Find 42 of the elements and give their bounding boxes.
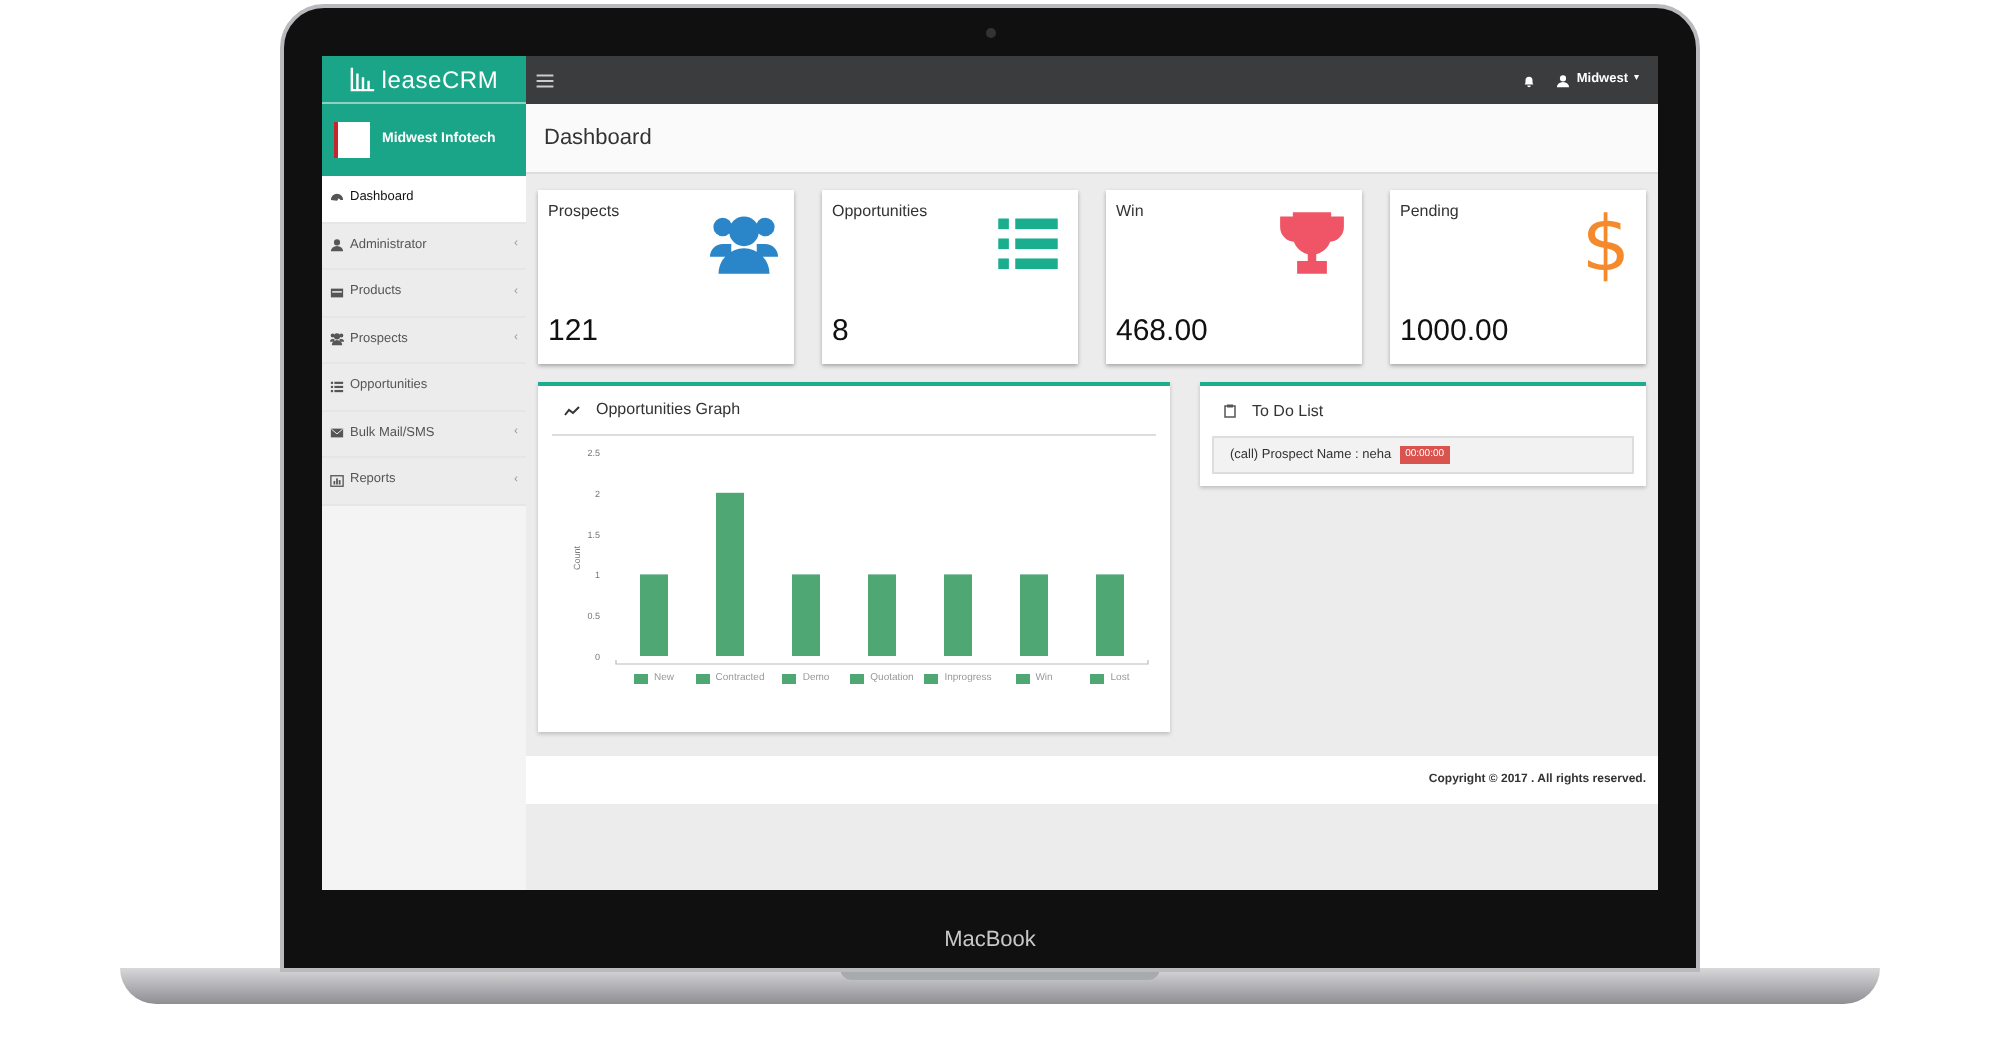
bar <box>1020 574 1048 656</box>
legend-swatch <box>924 674 939 685</box>
legend-swatch <box>1090 674 1105 685</box>
legend-swatch <box>850 674 865 685</box>
bar <box>944 574 972 656</box>
card-title: Opportunities <box>832 200 930 224</box>
camera-icon <box>985 28 995 38</box>
company-logo-icon <box>334 122 370 158</box>
line-chart-icon <box>564 405 580 415</box>
bar <box>1096 574 1124 656</box>
legend-swatch <box>1015 674 1030 685</box>
user-icon <box>1556 73 1571 87</box>
card-value: 468.00 <box>1116 311 1210 351</box>
card-value: 1000.00 <box>1400 311 1511 351</box>
card-value: 8 <box>832 311 851 351</box>
card-title: Win <box>1116 200 1146 224</box>
list-icon <box>330 379 344 394</box>
bar <box>868 574 896 656</box>
legend-swatch <box>695 674 710 685</box>
users-icon <box>330 332 344 347</box>
brand-label: MacBook <box>944 930 1036 952</box>
user-icon <box>330 238 344 253</box>
legend-swatch <box>782 674 797 685</box>
card-icon <box>330 285 344 300</box>
panel-title: To Do List <box>1252 399 1324 423</box>
dollar-icon: $ <box>1581 206 1630 282</box>
envelope-icon <box>330 426 344 441</box>
menu-icon[interactable] <box>536 73 554 87</box>
card-value: 121 <box>548 311 601 351</box>
dashboard-icon <box>330 191 344 206</box>
clipboard-icon <box>1224 404 1236 418</box>
bar <box>640 574 668 656</box>
bar-chart-icon <box>330 473 344 488</box>
bars-logo-icon <box>349 66 376 92</box>
app-logo: leaseCRM <box>381 63 499 97</box>
panel-title: Opportunities Graph <box>596 398 741 422</box>
page-title: Dashboard <box>544 123 652 154</box>
card-title: Pending <box>1400 200 1461 224</box>
bar <box>792 574 820 656</box>
legend-swatch <box>633 674 648 685</box>
card-title: Prospects <box>548 200 622 224</box>
bell-icon[interactable] <box>1522 73 1537 87</box>
